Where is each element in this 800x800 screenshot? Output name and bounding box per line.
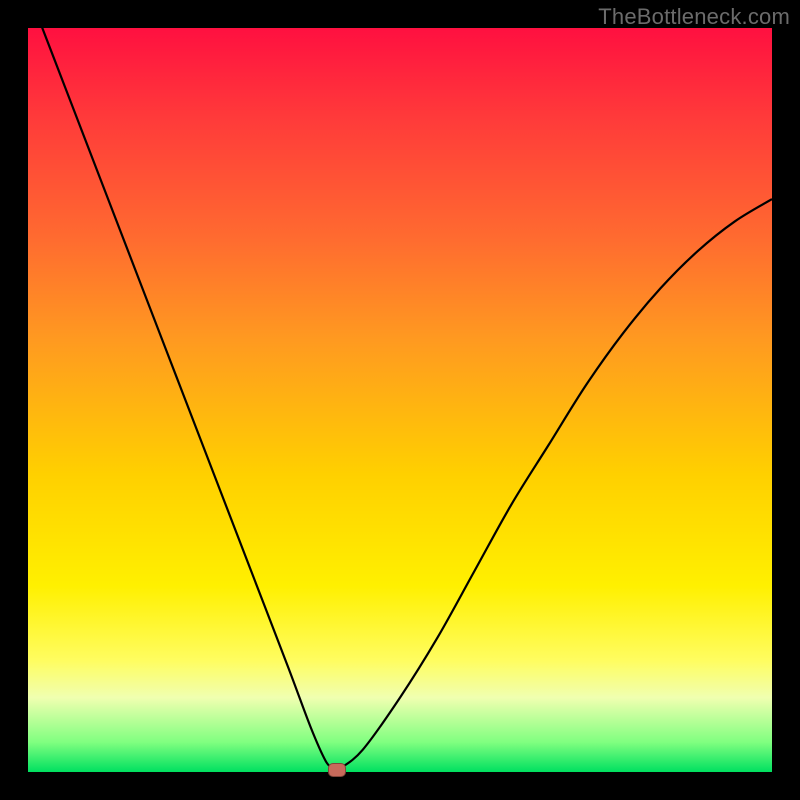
optimum-marker bbox=[328, 763, 346, 777]
watermark-text: TheBottleneck.com bbox=[598, 4, 790, 30]
curve-path bbox=[28, 28, 772, 770]
plot-area bbox=[28, 28, 772, 772]
bottleneck-curve bbox=[28, 28, 772, 772]
chart-frame: TheBottleneck.com bbox=[0, 0, 800, 800]
